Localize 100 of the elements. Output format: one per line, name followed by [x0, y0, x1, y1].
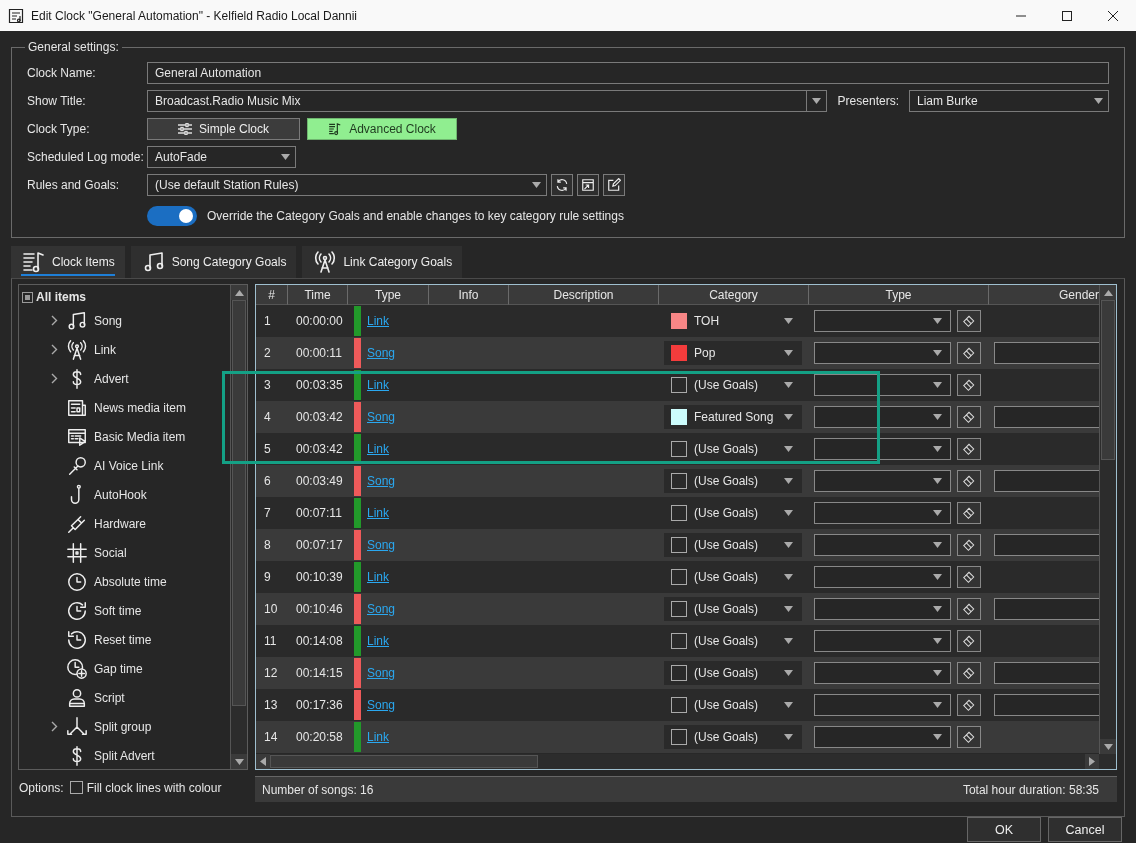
type-dropdown[interactable] — [814, 566, 951, 588]
checkbox-label[interactable]: Fill clock lines with colour — [86, 780, 222, 795]
eraser-button[interactable] — [957, 726, 981, 748]
type-link[interactable]: Song — [367, 666, 396, 680]
type-dropdown[interactable] — [814, 694, 951, 716]
tree-item[interactable]: Script — [94, 690, 125, 705]
category-dropdown[interactable]: (Use Goals) — [664, 533, 802, 557]
gender-field[interactable] — [994, 662, 1099, 684]
type-link[interactable]: Song — [367, 602, 396, 616]
dialog-button[interactable]: OK — [967, 817, 1041, 842]
tree-item[interactable]: Hardware — [94, 516, 147, 531]
tree-item[interactable]: Reset time — [94, 632, 152, 647]
type-link[interactable]: Song — [367, 698, 396, 712]
type-link[interactable]: Link — [367, 634, 389, 648]
edit-button[interactable] — [603, 174, 625, 196]
type-link[interactable]: Link — [367, 730, 389, 744]
gender-field[interactable] — [994, 694, 1099, 716]
type-link[interactable]: Link — [367, 378, 389, 392]
category-dropdown[interactable]: Featured Song — [664, 405, 802, 429]
tree-item[interactable]: Soft time — [94, 603, 142, 618]
open-window-button[interactable] — [577, 174, 599, 196]
type-dropdown[interactable] — [814, 406, 951, 428]
tree-item[interactable]: Social — [94, 545, 127, 560]
eraser-button[interactable] — [957, 534, 981, 556]
tab[interactable]: Clock Items — [11, 246, 125, 278]
eraser-button[interactable] — [957, 438, 981, 460]
tab[interactable]: Link Category Goals — [302, 246, 463, 278]
toggle-switch[interactable] — [147, 206, 197, 226]
eraser-button[interactable] — [957, 694, 981, 716]
chevron-icon[interactable] — [51, 315, 58, 326]
chevron-icon[interactable] — [51, 721, 58, 732]
eraser-button[interactable] — [957, 374, 981, 396]
eraser-button[interactable] — [957, 598, 981, 620]
tree-item[interactable]: Link — [94, 342, 116, 357]
type-link[interactable]: Song — [367, 410, 396, 424]
clock-type-button[interactable]: Simple Clock — [147, 118, 300, 140]
tree-item[interactable]: Song — [94, 313, 123, 328]
dialog-button[interactable]: Cancel — [1048, 817, 1122, 842]
tree-item[interactable]: AutoHook — [94, 487, 147, 502]
rules-dropdown[interactable]: (Use default Station Rules) — [147, 174, 547, 196]
eraser-button[interactable] — [957, 406, 981, 428]
collapse-toggle[interactable] — [22, 291, 33, 303]
category-dropdown[interactable]: (Use Goals) — [664, 469, 802, 493]
type-dropdown[interactable] — [814, 310, 951, 332]
show-title-dropdown[interactable]: Broadcast.Radio Music Mix — [147, 90, 827, 112]
tab[interactable]: Song Category Goals — [130, 246, 297, 278]
tree-root[interactable]: All items — [36, 290, 86, 304]
type-dropdown[interactable] — [814, 598, 951, 620]
tree-item[interactable]: News media item — [94, 400, 187, 415]
eraser-button[interactable] — [957, 342, 981, 364]
checkbox[interactable] — [69, 781, 83, 794]
type-link[interactable]: Link — [367, 314, 389, 328]
type-dropdown[interactable] — [814, 502, 951, 524]
type-link[interactable]: Song — [367, 538, 396, 552]
refresh-button[interactable] — [551, 174, 573, 196]
eraser-button[interactable] — [957, 662, 981, 684]
tree-item[interactable]: Advert — [94, 371, 129, 386]
tree-item[interactable]: Absolute time — [94, 574, 167, 589]
eraser-button[interactable] — [957, 630, 981, 652]
gender-field[interactable] — [994, 598, 1099, 620]
chevron-icon[interactable] — [51, 373, 58, 384]
type-dropdown[interactable] — [814, 470, 951, 492]
type-dropdown[interactable] — [814, 534, 951, 556]
clock-type-button[interactable]: Advanced Clock — [307, 118, 457, 140]
gender-field[interactable] — [994, 470, 1099, 492]
log-mode-dropdown[interactable]: AutoFade — [147, 146, 296, 168]
eraser-button[interactable] — [957, 470, 981, 492]
gender-field[interactable] — [994, 342, 1099, 364]
chevron-icon[interactable] — [51, 344, 58, 355]
type-dropdown[interactable] — [814, 726, 951, 748]
eraser-button[interactable] — [957, 502, 981, 524]
scroll-up-icon — [234, 289, 244, 296]
category-dropdown[interactable]: (Use Goals) — [664, 661, 802, 685]
presenters-dropdown[interactable]: Liam Burke — [908, 90, 1109, 112]
category-dropdown[interactable]: (Use Goals) — [664, 597, 802, 621]
scrollbar[interactable] — [256, 754, 1116, 769]
tree-item[interactable]: AI Voice Link — [94, 458, 164, 473]
tree-item[interactable]: Split Advert — [94, 748, 155, 763]
type-link[interactable]: Song — [367, 474, 396, 488]
scrollbar[interactable] — [1099, 285, 1116, 754]
eraser-button[interactable] — [957, 310, 981, 332]
type-dropdown[interactable] — [814, 438, 951, 460]
tree-item[interactable]: Gap time — [94, 661, 143, 676]
type-dropdown[interactable] — [814, 662, 951, 684]
type-dropdown[interactable] — [814, 342, 951, 364]
type-link[interactable]: Link — [367, 442, 389, 456]
scrollbar[interactable] — [230, 285, 247, 769]
type-dropdown[interactable] — [814, 630, 951, 652]
gender-field[interactable] — [994, 534, 1099, 556]
tree-item[interactable]: Split group — [94, 719, 152, 734]
type-link[interactable]: Link — [367, 570, 389, 584]
type-link[interactable]: Link — [367, 506, 389, 520]
category-dropdown[interactable]: (Use Goals) — [664, 725, 802, 749]
gender-field[interactable] — [994, 406, 1099, 428]
type-dropdown[interactable] — [814, 374, 951, 396]
eraser-button[interactable] — [957, 566, 981, 588]
tree-item[interactable]: Basic Media item — [94, 429, 186, 444]
type-link[interactable]: Song — [367, 346, 396, 360]
clock-name-field[interactable]: General Automation — [147, 62, 1109, 84]
category-dropdown[interactable]: Pop — [664, 341, 802, 365]
